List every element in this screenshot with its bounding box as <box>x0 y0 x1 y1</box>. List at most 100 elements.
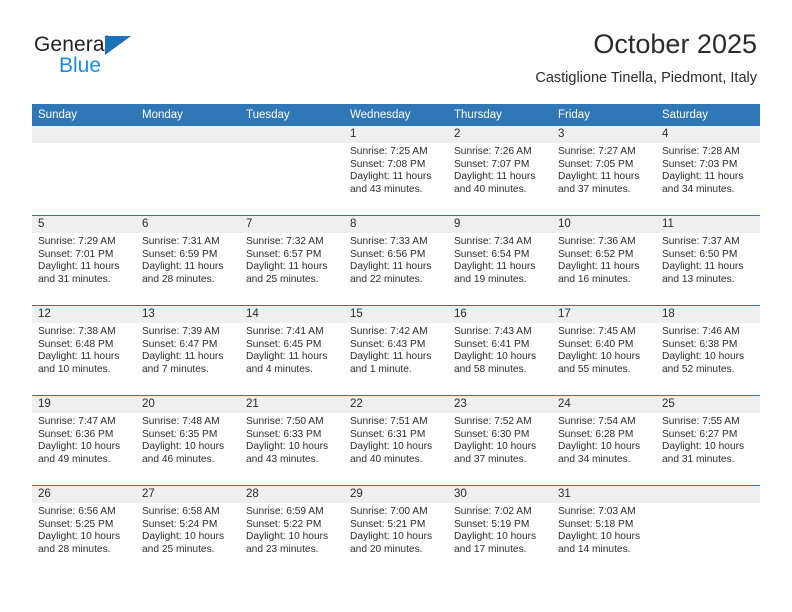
calendar-day-cell[interactable]: 25 Sunrise: 7:55 AM Sunset: 6:27 PM Dayligh… <box>656 395 760 486</box>
calendar-day-cell[interactable]: 3 Sunrise: 7:27 AM Sunset: 7:05 PM Daylight… <box>552 126 656 216</box>
calendar-day-cell[interactable]: 11 Sunrise: 7:37 AM Sunset: 6:50 PM Dayligh… <box>656 215 760 306</box>
weekday-header-row: Sunday Monday Tuesday Wednesday Thursday… <box>32 104 760 126</box>
calendar-day-cell[interactable]: 5 Sunrise: 7:29 AM Sunset: 7:01 PM Daylight… <box>32 215 136 306</box>
daylight-text-line2: and 10 minutes. <box>38 363 111 375</box>
sun-times: Sunrise: 7:32 AM Sunset: 6:57 PM Daylight:… <box>240 233 344 286</box>
day-number: 22 <box>344 396 448 413</box>
day-number <box>32 126 136 143</box>
calendar-day-cell[interactable]: 26 Sunrise: 6:56 AM Sunset: 5:25 PM Dayligh… <box>32 485 136 575</box>
daylight-text-line1: Daylight: 10 hours <box>558 351 641 363</box>
sunset-text: Sunset: 6:35 PM <box>142 428 218 440</box>
daylight-text-line1: Daylight: 11 hours <box>454 171 536 183</box>
calendar-day-cell[interactable]: 19 Sunrise: 7:47 AM Sunset: 6:36 PM Dayligh… <box>32 395 136 486</box>
daylight-text-line2: and 46 minutes. <box>142 453 215 465</box>
calendar-day-cell[interactable]: 18 Sunrise: 7:46 AM Sunset: 6:38 PM Dayligh… <box>656 305 760 396</box>
daylight-text-line2: and 37 minutes. <box>558 183 631 195</box>
sunset-text: Sunset: 7:08 PM <box>350 158 426 170</box>
sunset-text: Sunset: 5:18 PM <box>558 518 634 530</box>
day-number: 14 <box>240 306 344 323</box>
calendar-day-cell[interactable]: 27 Sunrise: 6:58 AM Sunset: 5:24 PM Dayligh… <box>136 485 240 575</box>
daylight-text-line2: and 7 minutes. <box>142 363 209 375</box>
day-number: 25 <box>656 396 760 413</box>
daylight-text-line2: and 40 minutes. <box>454 183 527 195</box>
day-number: 3 <box>552 126 656 143</box>
daylight-text-line1: Daylight: 11 hours <box>662 171 744 183</box>
sunset-text: Sunset: 5:25 PM <box>38 518 114 530</box>
daylight-text-line2: and 25 minutes. <box>246 273 319 285</box>
calendar-week-row: 26 Sunrise: 6:56 AM Sunset: 5:25 PM Dayligh… <box>32 485 760 575</box>
sunrise-text: Sunrise: 7:52 AM <box>454 416 532 427</box>
daylight-text-line2: and 31 minutes. <box>38 273 111 285</box>
calendar-day-cell[interactable]: 24 Sunrise: 7:54 AM Sunset: 6:28 PM Dayligh… <box>552 395 656 486</box>
daylight-text-line2: and 58 minutes. <box>454 363 527 375</box>
calendar-day-cell[interactable]: 17 Sunrise: 7:45 AM Sunset: 6:40 PM Dayligh… <box>552 305 656 396</box>
daylight-text-line2: and 19 minutes. <box>454 273 527 285</box>
calendar-day-cell[interactable]: 31 Sunrise: 7:03 AM Sunset: 5:18 PM Dayligh… <box>552 485 656 575</box>
sunset-text: Sunset: 6:47 PM <box>142 338 218 350</box>
daylight-text-line2: and 49 minutes. <box>38 453 111 465</box>
calendar-day-cell[interactable]: 13 Sunrise: 7:39 AM Sunset: 6:47 PM Dayligh… <box>136 305 240 396</box>
calendar-day-cell[interactable]: 28 Sunrise: 6:59 AM Sunset: 5:22 PM Dayligh… <box>240 485 344 575</box>
sunrise-text: Sunrise: 7:41 AM <box>246 326 324 337</box>
daylight-text-line1: Daylight: 11 hours <box>662 261 744 273</box>
calendar-day-cell[interactable]: 1 Sunrise: 7:25 AM Sunset: 7:08 PM Daylight… <box>344 126 448 216</box>
calendar-day-cell[interactable]: 9 Sunrise: 7:34 AM Sunset: 6:54 PM Daylight… <box>448 215 552 306</box>
sunset-text: Sunset: 6:28 PM <box>558 428 634 440</box>
sun-times: Sunrise: 7:54 AM Sunset: 6:28 PM Daylight:… <box>552 413 656 466</box>
calendar-cell-empty <box>136 126 240 216</box>
calendar-cell-empty <box>240 126 344 216</box>
sunset-text: Sunset: 6:31 PM <box>350 428 426 440</box>
calendar-day-cell[interactable]: 8 Sunrise: 7:33 AM Sunset: 6:56 PM Daylight… <box>344 215 448 306</box>
sunrise-text: Sunrise: 7:36 AM <box>558 236 636 247</box>
calendar-day-cell[interactable]: 14 Sunrise: 7:41 AM Sunset: 6:45 PM Dayligh… <box>240 305 344 396</box>
daylight-text-line1: Daylight: 11 hours <box>350 171 432 183</box>
sunset-text: Sunset: 5:24 PM <box>142 518 218 530</box>
sunrise-text: Sunrise: 7:45 AM <box>558 326 636 337</box>
calendar-body: 1 Sunrise: 7:25 AM Sunset: 7:08 PM Daylight… <box>32 126 760 575</box>
calendar-day-cell[interactable]: 16 Sunrise: 7:43 AM Sunset: 6:41 PM Dayligh… <box>448 305 552 396</box>
sunset-text: Sunset: 5:21 PM <box>350 518 426 530</box>
daylight-text-line1: Daylight: 10 hours <box>454 441 537 453</box>
daylight-text-line1: Daylight: 10 hours <box>246 441 329 453</box>
sunrise-text: Sunrise: 7:32 AM <box>246 236 324 247</box>
daylight-text-line1: Daylight: 11 hours <box>350 261 432 273</box>
calendar-day-cell[interactable]: 4 Sunrise: 7:28 AM Sunset: 7:03 PM Daylight… <box>656 126 760 216</box>
calendar-day-cell[interactable]: 12 Sunrise: 7:38 AM Sunset: 6:48 PM Dayligh… <box>32 305 136 396</box>
calendar-day-cell[interactable]: 29 Sunrise: 7:00 AM Sunset: 5:21 PM Dayligh… <box>344 485 448 575</box>
day-number: 21 <box>240 396 344 413</box>
daylight-text-line2: and 23 minutes. <box>246 543 319 555</box>
page-header: General Blue October 2025 Castiglione Ti… <box>0 0 792 100</box>
daylight-text-line2: and 17 minutes. <box>454 543 527 555</box>
sunset-text: Sunset: 6:48 PM <box>38 338 114 350</box>
calendar-day-cell[interactable]: 7 Sunrise: 7:32 AM Sunset: 6:57 PM Daylight… <box>240 215 344 306</box>
calendar-day-cell[interactable]: 23 Sunrise: 7:52 AM Sunset: 6:30 PM Dayligh… <box>448 395 552 486</box>
sun-times: Sunrise: 7:47 AM Sunset: 6:36 PM Daylight:… <box>32 413 136 466</box>
sun-times: Sunrise: 7:02 AM Sunset: 5:19 PM Daylight:… <box>448 503 552 556</box>
day-number: 1 <box>344 126 448 143</box>
page-subtitle: Castiglione Tinella, Piedmont, Italy <box>535 70 757 86</box>
sunrise-text: Sunrise: 7:47 AM <box>38 416 116 427</box>
sun-times: Sunrise: 7:42 AM Sunset: 6:43 PM Daylight:… <box>344 323 448 376</box>
calendar-day-cell[interactable]: 6 Sunrise: 7:31 AM Sunset: 6:59 PM Daylight… <box>136 215 240 306</box>
daylight-text-line2: and 28 minutes. <box>142 273 215 285</box>
sun-times: Sunrise: 7:33 AM Sunset: 6:56 PM Daylight:… <box>344 233 448 286</box>
sun-times: Sunrise: 7:50 AM Sunset: 6:33 PM Daylight:… <box>240 413 344 466</box>
sun-times: Sunrise: 7:00 AM Sunset: 5:21 PM Daylight:… <box>344 503 448 556</box>
day-number: 16 <box>448 306 552 323</box>
day-number: 17 <box>552 306 656 323</box>
sunrise-text: Sunrise: 7:28 AM <box>662 146 740 157</box>
daylight-text-line1: Daylight: 11 hours <box>246 261 328 273</box>
calendar-day-cell[interactable]: 20 Sunrise: 7:48 AM Sunset: 6:35 PM Dayligh… <box>136 395 240 486</box>
sunset-text: Sunset: 7:07 PM <box>454 158 530 170</box>
sunrise-text: Sunrise: 7:48 AM <box>142 416 220 427</box>
calendar-day-cell[interactable]: 21 Sunrise: 7:50 AM Sunset: 6:33 PM Dayligh… <box>240 395 344 486</box>
calendar-day-cell[interactable]: 30 Sunrise: 7:02 AM Sunset: 5:19 PM Dayligh… <box>448 485 552 575</box>
day-number: 20 <box>136 396 240 413</box>
calendar-day-cell[interactable]: 10 Sunrise: 7:36 AM Sunset: 6:52 PM Dayligh… <box>552 215 656 306</box>
daylight-text-line2: and 1 minute. <box>350 363 412 375</box>
sunset-text: Sunset: 6:43 PM <box>350 338 426 350</box>
sunrise-text: Sunrise: 7:39 AM <box>142 326 220 337</box>
calendar-day-cell[interactable]: 15 Sunrise: 7:42 AM Sunset: 6:43 PM Dayligh… <box>344 305 448 396</box>
calendar-day-cell[interactable]: 2 Sunrise: 7:26 AM Sunset: 7:07 PM Daylight… <box>448 126 552 216</box>
calendar-day-cell[interactable]: 22 Sunrise: 7:51 AM Sunset: 6:31 PM Dayligh… <box>344 395 448 486</box>
